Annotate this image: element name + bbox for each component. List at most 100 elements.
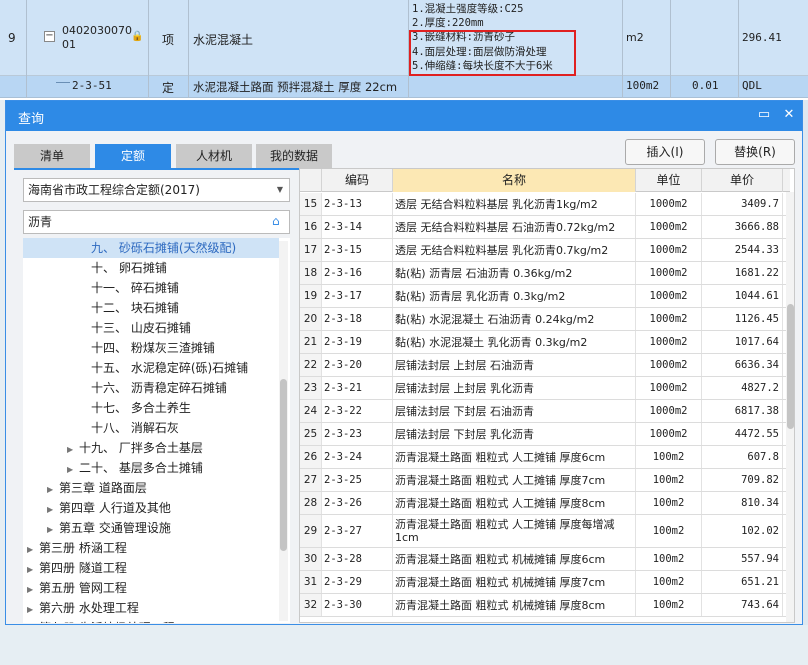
tree-item-label: 第三章 道路面层 xyxy=(59,481,147,495)
table-row[interactable]: 19 2-3-17 黏(粘) 沥青层 乳化沥青 0.3kg/m2 1000m2 1044… xyxy=(300,285,790,308)
tree-item[interactable]: 十二、 块石摊铺 xyxy=(23,298,279,318)
table-row-selected[interactable] xyxy=(0,76,808,98)
row-number: 20 xyxy=(300,308,322,330)
expand-arrow-icon[interactable]: ▶ xyxy=(27,560,39,580)
quota-name: 沥青混凝土路面 粗粒式 机械摊铺 厚度8cm xyxy=(393,594,636,616)
table-row[interactable]: 15 2-3-13 透层 无结合料粒料基层 乳化沥青1kg/m2 1000m2 3409… xyxy=(300,193,790,216)
expand-arrow-icon[interactable]: ▶ xyxy=(67,460,79,480)
tab-qingdan[interactable]: 清单 xyxy=(14,144,90,168)
quota-code: 2-3-14 xyxy=(322,216,393,238)
chapter-tree[interactable]: 九、 砂砾石摊铺(天然级配) 十、 卵石摊铺十一、 碎石摊铺 十二、 块石摊铺 十三、… xyxy=(23,238,290,623)
tree-item[interactable]: ▶ 十九、 厂拌多合土基层 xyxy=(23,438,279,458)
table-row[interactable]: 27 2-3-25 沥青混凝土路面 粗粒式 人工摊铺 厚度7cm 100m2 709.8… xyxy=(300,469,790,492)
quota-price: 6817.38 xyxy=(702,400,783,422)
table-row[interactable]: 29 2-3-27 沥青混凝土路面 粗粒式 人工摊铺 厚度每增减1cm 100m2 10… xyxy=(300,515,790,548)
header-rownum xyxy=(300,169,322,192)
table-row[interactable]: 28 2-3-26 沥青混凝土路面 粗粒式 人工摊铺 厚度8cm 100m2 810.3… xyxy=(300,492,790,515)
collapse-icon[interactable]: − xyxy=(44,31,55,42)
tab-rencaiji[interactable]: 人材机 xyxy=(176,144,252,168)
maximize-icon[interactable]: ▭ xyxy=(756,107,772,123)
tree-item-label: 二十、 基层多合土摊铺 xyxy=(79,461,203,475)
header-price[interactable]: 单价 xyxy=(702,169,783,192)
table-row[interactable]: 25 2-3-23 层铺法封层 下封层 乳化沥青 1000m2 4472.55 xyxy=(300,423,790,446)
quota-name: 沥青混凝土路面 粗粒式 人工摊铺 厚度每增减1cm xyxy=(393,515,636,547)
table-row[interactable]: 21 2-3-19 黏(粘) 水泥混凝土 乳化沥青 0.3kg/m2 1000m2 10… xyxy=(300,331,790,354)
background-table: 9 − 0402030070 01 🔒 项 水泥混凝土 1.混凝土强度等级:C2… xyxy=(0,0,808,100)
dialog-titlebar[interactable]: 查询 ▭ ✕ xyxy=(6,101,802,131)
table-row[interactable]: 16 2-3-14 透层 无结合料粒料基层 石油沥青0.72kg/m2 1000m2 3… xyxy=(300,216,790,239)
library-select[interactable]: 海南省市政工程综合定额(2017) ▼ xyxy=(23,178,290,202)
replace-button[interactable]: 替换(R) xyxy=(715,139,795,165)
tree-item[interactable]: ▶第七册 生活垃圾处理工程 xyxy=(23,618,279,623)
row-number: 25 xyxy=(300,423,322,445)
tree-item[interactable]: ▶ 二十、 基层多合土摊铺 xyxy=(23,458,279,478)
table-row[interactable]: 20 2-3-18 黏(粘) 水泥混凝土 石油沥青 0.24kg/m2 1000m2 1… xyxy=(300,308,790,331)
row-number: 28 xyxy=(300,492,322,514)
table-row[interactable]: 24 2-3-22 层铺法封层 下封层 石油沥青 1000m2 6817.38 xyxy=(300,400,790,423)
tree-item-label: 十六、 沥青稳定碎石摊铺 xyxy=(91,381,227,395)
table-row[interactable]: 30 2-3-28 沥青混凝土路面 粗粒式 机械摊铺 厚度6cm 100m2 557.9… xyxy=(300,548,790,571)
tree-scrollbar-thumb[interactable] xyxy=(280,379,287,551)
table-row[interactable]: 23 2-3-21 层铺法封层 上封层 乳化沥青 1000m2 4827.2 xyxy=(300,377,790,400)
expand-arrow-icon[interactable]: ▶ xyxy=(47,500,59,520)
subrow-unit: 100m2 xyxy=(626,79,660,92)
tree-item[interactable]: 十三、 山皮石摊铺 xyxy=(23,318,279,338)
search-input[interactable]: 沥青 ⌂ xyxy=(23,210,290,234)
expand-arrow-icon[interactable]: ▶ xyxy=(27,600,39,620)
expand-arrow-icon[interactable]: ▶ xyxy=(27,580,39,600)
expand-arrow-icon[interactable]: ▶ xyxy=(47,480,59,500)
tree-item[interactable]: 十一、 碎石摊铺 xyxy=(23,278,279,298)
library-select-value: 海南省市政工程综合定额(2017) xyxy=(28,183,200,197)
quota-code: 2-3-25 xyxy=(322,469,393,491)
quota-unit: 1000m2 xyxy=(636,354,702,376)
quota-name: 透层 无结合料粒料基层 乳化沥青1kg/m2 xyxy=(393,193,636,215)
insert-button[interactable]: 插入(I) xyxy=(625,139,705,165)
row-number: 15 xyxy=(300,193,322,215)
table-row[interactable]: 31 2-3-29 沥青混凝土路面 粗粒式 机械摊铺 厚度7cm 100m2 651.2… xyxy=(300,571,790,594)
quota-name: 黏(粘) 水泥混凝土 石油沥青 0.24kg/m2 xyxy=(393,308,636,330)
header-name[interactable]: 名称 xyxy=(393,169,636,192)
tree-item[interactable]: ▶ 第三章 道路面层 xyxy=(23,478,279,498)
tree-item[interactable]: ▶ 第五章 交通管理设施 xyxy=(23,518,279,538)
tree-item[interactable]: ▶ 第五册 管网工程 xyxy=(23,578,279,598)
table-row[interactable]: 22 2-3-20 层铺法封层 上封层 石油沥青 1000m2 6636.34 xyxy=(300,354,790,377)
quota-unit: 100m2 xyxy=(636,469,702,491)
tree-item[interactable]: ▶ 第四章 人行道及其他 xyxy=(23,498,279,518)
grid-scrollbar-thumb[interactable] xyxy=(787,304,794,429)
tree-item[interactable]: ▶ 第六册 水处理工程 xyxy=(23,598,279,618)
quota-price: 1681.22 xyxy=(702,262,783,284)
header-unit[interactable]: 单位 xyxy=(636,169,702,192)
header-code[interactable]: 编码 xyxy=(322,169,393,192)
tree-item[interactable]: ▶ 第四册 隧道工程 xyxy=(23,558,279,578)
table-row[interactable]: 17 2-3-15 透层 无结合料粒料基层 乳化沥青0.7kg/m2 1000m2 25… xyxy=(300,239,790,262)
tree-item[interactable]: 十七、 多合土养生 xyxy=(23,398,279,418)
expand-arrow-icon[interactable]: ▶ xyxy=(67,440,79,460)
quota-price: 4472.55 xyxy=(702,423,783,445)
close-icon[interactable]: ✕ xyxy=(781,107,797,123)
search-icon[interactable]: ⌂ xyxy=(272,214,286,228)
expand-arrow-icon[interactable]: ▶ xyxy=(47,520,59,540)
tab-my-data[interactable]: 我的数据 xyxy=(256,144,332,168)
table-row[interactable]: 18 2-3-16 黏(粘) 沥青层 石油沥青 0.36kg/m2 1000m2 168… xyxy=(300,262,790,285)
tree-item[interactable]: 十、 卵石摊铺 xyxy=(23,258,279,278)
tree-item-label: 第六册 水处理工程 xyxy=(39,601,139,615)
quota-name: 黏(粘) 沥青层 石油沥青 0.36kg/m2 xyxy=(393,262,636,284)
expand-arrow-icon[interactable]: ▶ xyxy=(27,620,39,623)
tree-item[interactable]: ▶ 第三册 桥涵工程 xyxy=(23,538,279,558)
tree-item[interactable]: 十八、 消解石灰 xyxy=(23,418,279,438)
table-row[interactable]: 26 2-3-24 沥青混凝土路面 粗粒式 人工摊铺 厚度6cm 100m2 607.8 xyxy=(300,446,790,469)
tree-item-label: 第七册 生活垃圾处理工程 xyxy=(39,621,175,623)
expand-arrow-icon[interactable]: ▶ xyxy=(27,540,39,560)
row-number: 32 xyxy=(300,594,322,616)
tab-dinge[interactable]: 定额 xyxy=(95,144,171,168)
quota-unit: 1000m2 xyxy=(636,331,702,353)
tree-item[interactable]: 九、 砂砾石摊铺(天然级配) xyxy=(23,238,279,258)
table-row[interactable]: 32 2-3-30 沥青混凝土路面 粗粒式 机械摊铺 厚度8cm 100m2 743.6… xyxy=(300,594,790,617)
table-row[interactable] xyxy=(0,0,808,76)
tree-item-label: 十、 卵石摊铺 xyxy=(91,261,167,275)
row-number: 21 xyxy=(300,331,322,353)
tree-item[interactable]: 十四、 粉煤灰三渣摊铺 xyxy=(23,338,279,358)
tree-item[interactable]: 十五、 水泥稳定碎(砾)石摊铺 xyxy=(23,358,279,378)
tree-item[interactable]: 十六、 沥青稳定碎石摊铺 xyxy=(23,378,279,398)
quota-code: 2-3-18 xyxy=(322,308,393,330)
